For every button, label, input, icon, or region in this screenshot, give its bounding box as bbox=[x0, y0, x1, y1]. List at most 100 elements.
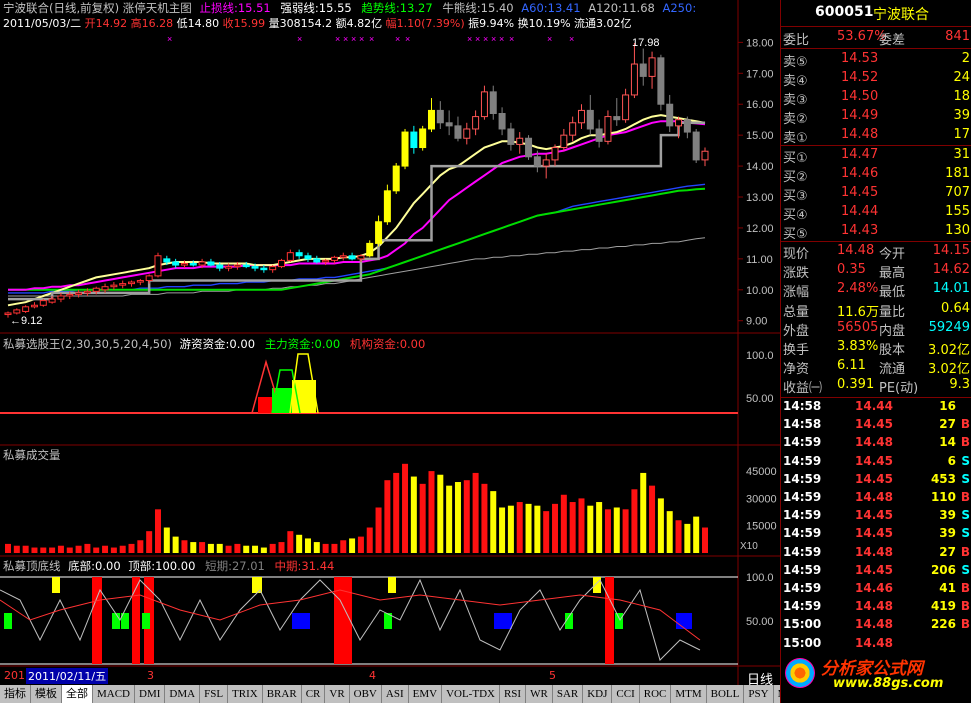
tab-指标[interactable]: 指标 bbox=[0, 685, 31, 703]
quote-value: 14.01 bbox=[932, 281, 970, 297]
quote-value: 14.62 bbox=[932, 262, 970, 278]
logo-icon bbox=[785, 658, 815, 688]
tab-mtm[interactable]: MTM bbox=[671, 685, 707, 703]
candle-body bbox=[692, 131, 700, 161]
candle-body bbox=[366, 242, 374, 257]
tab-dmi[interactable]: DMI bbox=[135, 685, 166, 703]
candle-body bbox=[648, 57, 656, 77]
quote-value: 11.6万 bbox=[837, 304, 879, 320]
tab-vol-tdx[interactable]: VOL-TDX bbox=[442, 685, 500, 703]
tick-price: 14.45 bbox=[855, 508, 893, 523]
tab-dma[interactable]: DMA bbox=[165, 685, 201, 703]
candle-body bbox=[128, 281, 136, 285]
stock-title-bar: 600051 宁波联合 bbox=[781, 0, 971, 27]
signal-marker: × bbox=[359, 34, 364, 44]
tab-rsi[interactable]: RSI bbox=[500, 685, 527, 703]
tab-sar[interactable]: SAR bbox=[553, 685, 584, 703]
tick-price: 14.48 bbox=[855, 490, 893, 504]
bull-line-label: 牛熊线:15.40 bbox=[442, 1, 514, 15]
panel4-short: 短期:27.01 bbox=[205, 559, 265, 573]
volume-bar bbox=[463, 480, 470, 553]
quote-label: 量比 bbox=[879, 304, 906, 320]
volume-bar bbox=[269, 543, 276, 553]
candle-body bbox=[75, 292, 83, 295]
chart-area[interactable]: 18.00 17.00 16.00 15.00 14.00 13.00 12.00 11.00… bbox=[0, 0, 813, 703]
tab-fsl[interactable]: FSL bbox=[200, 685, 229, 703]
volume-bar bbox=[552, 503, 559, 553]
top-signal-bar bbox=[132, 577, 140, 664]
tab-macd[interactable]: MACD bbox=[93, 685, 136, 703]
bottom-blue-marker bbox=[494, 613, 512, 629]
volume-bar bbox=[534, 505, 541, 553]
bid-row: 买① 14.47 31 bbox=[781, 146, 971, 167]
tab-cr[interactable]: CR bbox=[302, 685, 326, 703]
panel4-top: 顶部:100.00 bbox=[128, 559, 196, 573]
tab-trix[interactable]: TRIX bbox=[228, 685, 263, 703]
tab-boll[interactable]: BOLL bbox=[707, 685, 745, 703]
candle-body bbox=[357, 255, 365, 260]
volume-bar bbox=[393, 472, 400, 553]
panel4-mid: 中期:31.44 bbox=[274, 559, 335, 573]
tab-全部[interactable]: 全部 bbox=[62, 685, 93, 703]
volume-bar bbox=[66, 547, 73, 553]
candle-body bbox=[630, 63, 638, 96]
candle-body bbox=[110, 284, 118, 288]
bid-row: 买② 14.46 181 bbox=[781, 165, 971, 186]
candle-body bbox=[348, 255, 356, 260]
top-yellow-marker bbox=[593, 577, 601, 593]
candle-body bbox=[30, 304, 38, 308]
indicator-tab-bar: 指标 模板 全部 MACD DMI DMA FSL TRIX BRAR CR VR OBV ASI EMV… bbox=[0, 685, 813, 703]
tick-volume: 6 bbox=[947, 453, 956, 468]
float-label: 流通3.02亿 bbox=[574, 17, 632, 30]
candle-body bbox=[295, 252, 303, 257]
tab-asi[interactable]: ASI bbox=[382, 685, 409, 703]
candle-body bbox=[454, 125, 462, 139]
volume-bar bbox=[402, 463, 409, 553]
candle-body bbox=[251, 266, 259, 269]
candle-body bbox=[278, 259, 286, 268]
volume-bar bbox=[587, 505, 594, 553]
quote-value: 0.64 bbox=[941, 300, 970, 316]
candle-body bbox=[419, 128, 427, 149]
volume-bar bbox=[278, 542, 285, 553]
quote-label: 内盘 bbox=[879, 323, 906, 339]
tab-wr[interactable]: WR bbox=[526, 685, 553, 703]
volume-bar bbox=[137, 540, 144, 553]
date-tick-5: 5 bbox=[549, 669, 556, 682]
tick-side: B bbox=[960, 435, 970, 450]
candle-body bbox=[92, 287, 100, 292]
low-label: 低14.80 bbox=[176, 17, 220, 30]
volume-bar bbox=[596, 502, 603, 553]
tab-vr[interactable]: VR bbox=[325, 685, 350, 703]
bid-level: 买① bbox=[783, 151, 808, 166]
volume-bar bbox=[702, 527, 708, 553]
tab-模板[interactable]: 模板 bbox=[31, 685, 62, 703]
tab-kdj[interactable]: KDJ bbox=[583, 685, 613, 703]
quote-row: 换手 3.83% 股本 3.02亿 bbox=[781, 338, 971, 359]
tab-emv[interactable]: EMV bbox=[409, 685, 443, 703]
tab-cci[interactable]: CCI bbox=[612, 685, 640, 703]
tick-side: S bbox=[961, 526, 970, 541]
volume-bar bbox=[57, 545, 64, 553]
volume-bar bbox=[622, 509, 629, 553]
ma-gray-line bbox=[8, 237, 706, 297]
volume-bar bbox=[675, 520, 682, 553]
bid-level: 买② bbox=[783, 170, 808, 185]
bottom-green-marker bbox=[142, 613, 150, 629]
tick-side: B bbox=[960, 417, 970, 432]
stop-line-label: 止损线:15.51 bbox=[199, 1, 271, 15]
tab-obv[interactable]: OBV bbox=[350, 685, 382, 703]
volume-bar bbox=[446, 485, 453, 553]
price-axis-label: 18.00 bbox=[746, 37, 774, 49]
signal-marker: × bbox=[343, 34, 348, 44]
tick-price: 14.45 bbox=[855, 526, 893, 541]
tab-roc[interactable]: ROC bbox=[640, 685, 672, 703]
tick-row: 14:59 14.45 206 S bbox=[781, 563, 971, 581]
tab-brar[interactable]: BRAR bbox=[263, 685, 302, 703]
ask-price: 14.53 bbox=[841, 51, 879, 66]
volume-bar bbox=[199, 542, 206, 553]
quote-label: 现价 bbox=[783, 247, 810, 262]
quote-label: 外盘 bbox=[783, 323, 810, 339]
volume-bar bbox=[357, 536, 364, 553]
quote-value: 2.48% bbox=[837, 281, 879, 297]
